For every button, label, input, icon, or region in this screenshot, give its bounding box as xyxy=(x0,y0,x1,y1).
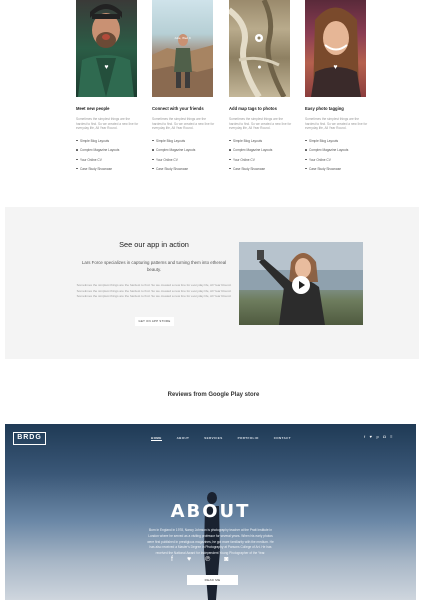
section-title: See our app in action xyxy=(119,240,189,249)
app-in-action-section: See our app in action Lars Force special… xyxy=(5,207,419,359)
list-item: Complex Magazine Layouts xyxy=(152,148,217,152)
instagram-icon[interactable]: ◘ xyxy=(383,434,385,439)
heart-icon[interactable]: ♥ xyxy=(103,64,111,71)
about-hero-section: BRDG HOME ABOUT SERVICES PORTFOLIO CONTA… xyxy=(5,424,416,600)
list-item: Case Study Showcase xyxy=(152,167,217,171)
phone-screenshot-4: ♥ xyxy=(305,0,366,97)
section-lead: Lars Force specializes in capturing patt… xyxy=(81,260,227,272)
feature-title: Connect with your friends xyxy=(152,106,204,111)
list-item: Your Online CV xyxy=(152,158,217,162)
page-title: ABOUT xyxy=(170,501,251,522)
about-description: Born in England in 1978, Nancy Johnson i… xyxy=(147,528,274,556)
feature-list: Simple Blog Layouts Complex Magazine Lay… xyxy=(305,139,370,171)
section-body: Sometimes the simplest things are the ha… xyxy=(76,283,232,299)
brand-logo[interactable]: BRDG xyxy=(13,432,46,445)
list-item: Your Online CV xyxy=(305,158,370,162)
woman-portrait-illustration xyxy=(311,7,361,97)
read-more-button[interactable]: READ ME xyxy=(187,575,238,585)
menu-icon[interactable]: ≡ xyxy=(390,434,392,439)
list-item: Case Study Showcase xyxy=(305,167,370,171)
feature-list: Simple Blog Layouts Complex Magazine Lay… xyxy=(229,139,294,171)
feature-title: Meet new people xyxy=(76,106,110,111)
facebook-icon[interactable]: f xyxy=(171,556,173,563)
list-item: Simple Blog Layouts xyxy=(305,139,370,143)
play-icon[interactable] xyxy=(292,276,310,294)
feature-column: Easy photo tagging Sometimes the simples… xyxy=(305,106,370,176)
nav-item-about[interactable]: ABOUT xyxy=(177,436,190,441)
man-portrait-illustration xyxy=(78,4,134,97)
feature-text: Sometimes the simplest things are the ha… xyxy=(152,117,215,131)
canyon-hiker-illustration xyxy=(152,34,213,97)
list-item: Complex Magazine Layouts xyxy=(229,148,294,152)
nav-item-contact[interactable]: CONTACT xyxy=(274,436,291,441)
phone-screenshot-1: ♥ xyxy=(76,0,137,97)
feature-column: Meet new people Sometimes the simplest t… xyxy=(76,106,141,176)
list-item: Complex Magazine Layouts xyxy=(76,148,141,152)
feature-title: Easy photo tagging xyxy=(305,106,344,111)
instagram-icon[interactable]: ◙ xyxy=(224,556,228,563)
list-item: Your Online CV xyxy=(229,158,294,162)
app-store-button[interactable]: GET ON APP STORE xyxy=(135,317,174,326)
nav-item-portfolio[interactable]: PORTFOLIO xyxy=(238,436,259,441)
list-item: Case Study Showcase xyxy=(76,167,141,171)
facebook-icon[interactable]: f xyxy=(364,434,365,439)
phone-screenshot-2: Julie, Wed 9 xyxy=(152,0,213,97)
map-pin-icon[interactable]: ● xyxy=(256,64,264,71)
list-item: Simple Blog Layouts xyxy=(152,139,217,143)
feature-text: Sometimes the simplest things are the ha… xyxy=(305,117,368,131)
twitter-icon[interactable]: ♥ xyxy=(187,556,191,563)
feature-text: Sometimes the simplest things are the ha… xyxy=(76,117,139,131)
feature-list: Simple Blog Layouts Complex Magazine Lay… xyxy=(76,139,141,171)
photo-caption: Julie, Wed 9 xyxy=(174,36,191,40)
header-social-icons: f ♥ p ◘ ≡ xyxy=(364,434,393,439)
pinterest-icon[interactable]: ℗ xyxy=(205,556,210,563)
feature-text: Sometimes the simplest things are the ha… xyxy=(229,117,292,131)
phone-screenshot-3: ● xyxy=(229,0,290,97)
list-item: Your Online CV xyxy=(76,158,141,162)
nav-item-home[interactable]: HOME xyxy=(151,436,162,441)
video-thumbnail[interactable] xyxy=(239,242,363,325)
list-item: Simple Blog Layouts xyxy=(76,139,141,143)
main-nav: HOME ABOUT SERVICES PORTFOLIO CONTACT xyxy=(151,436,306,441)
nav-item-services[interactable]: SERVICES xyxy=(204,436,222,441)
reviews-heading: Reviews from Google Play store xyxy=(167,392,260,398)
feature-column: Add map tags to photos Sometimes the sim… xyxy=(229,106,294,176)
feature-list: Simple Blog Layouts Complex Magazine Lay… xyxy=(152,139,217,171)
list-item: Case Study Showcase xyxy=(229,167,294,171)
list-item: Complex Magazine Layouts xyxy=(305,148,370,152)
heart-icon[interactable]: ♥ xyxy=(332,64,340,71)
aerial-map-illustration xyxy=(229,0,287,97)
features-section: ♥ Julie, Wed 9 ● ♥ Meet new people Somet… xyxy=(0,0,427,200)
feature-title: Add map tags to photos xyxy=(229,106,277,111)
pinterest-icon[interactable]: p xyxy=(377,434,379,439)
twitter-icon[interactable]: ♥ xyxy=(370,434,372,439)
list-item: Simple Blog Layouts xyxy=(229,139,294,143)
social-links: f ♥ ℗ ◙ xyxy=(171,556,229,563)
feature-column: Connect with your friends Sometimes the … xyxy=(152,106,217,176)
